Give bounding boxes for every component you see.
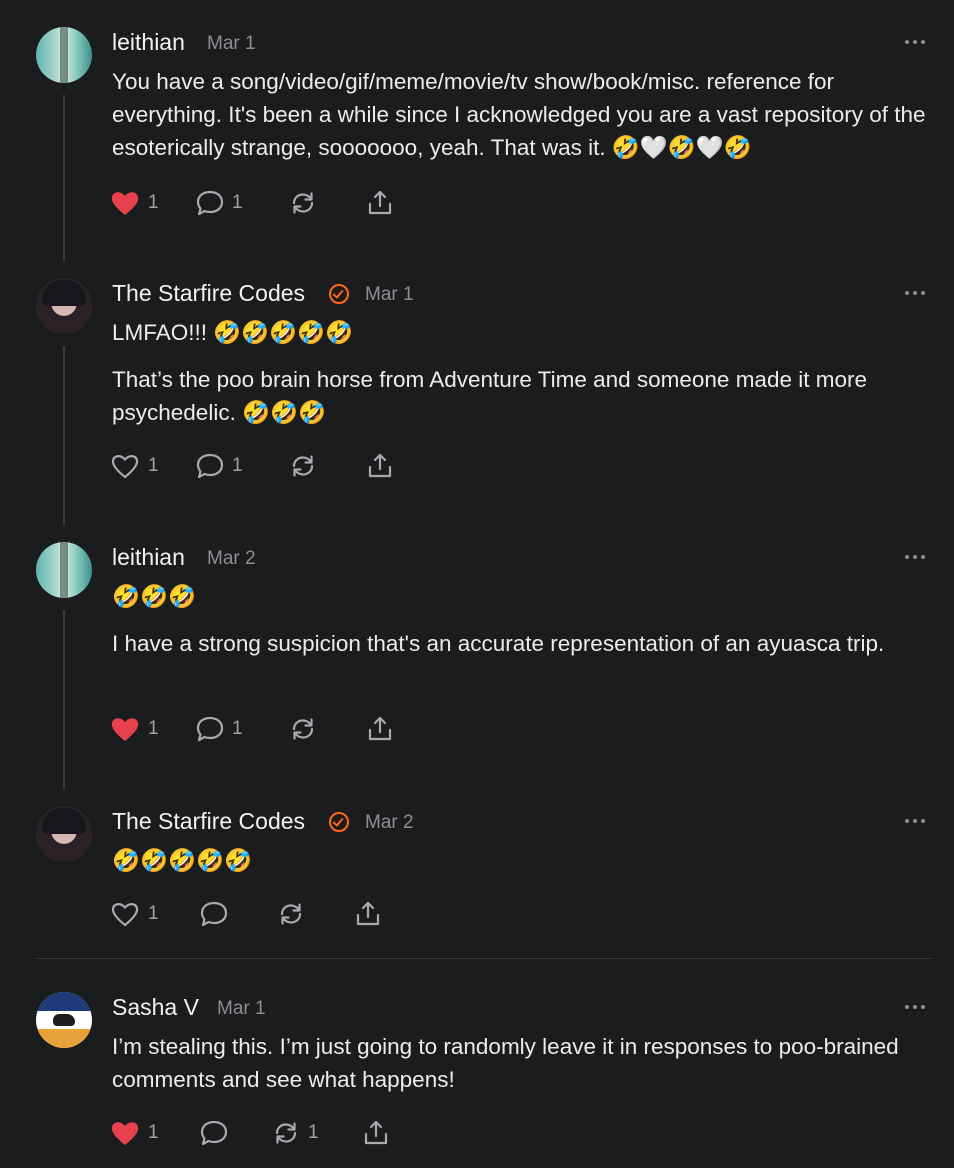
- share-button[interactable]: [366, 711, 394, 747]
- comment-actions: 1 1: [0, 1115, 954, 1151]
- like-count: 1: [148, 455, 159, 476]
- author-name[interactable]: The Starfire Codes: [112, 808, 305, 835]
- comment-date[interactable]: Mar 1: [365, 284, 414, 306]
- restack-button[interactable]: [289, 185, 325, 221]
- comment-paragraph: 🤣🤣🤣: [112, 584, 197, 609]
- comment-actions: 1 1: [0, 711, 954, 747]
- avatar[interactable]: [36, 542, 92, 598]
- restack-count: 1: [308, 1122, 319, 1143]
- author-name[interactable]: Sasha V: [112, 994, 199, 1021]
- restack-icon: [280, 903, 302, 925]
- more-options-icon[interactable]: [903, 291, 929, 297]
- share-button[interactable]: [354, 896, 382, 932]
- comment-bubble-icon: [196, 190, 224, 216]
- more-options-icon[interactable]: [903, 1005, 929, 1011]
- reply-button[interactable]: 1: [196, 448, 243, 484]
- comment-actions: 1 1: [0, 185, 954, 221]
- share-button[interactable]: [366, 448, 394, 484]
- like-count: 1: [148, 1122, 159, 1143]
- reply-button[interactable]: 1: [196, 185, 243, 221]
- like-button[interactable]: 1: [110, 711, 159, 747]
- comment-bubble-icon: [200, 1120, 228, 1146]
- comment-paragraph: That’s the poo brain horse from Adventur…: [112, 367, 867, 425]
- reply-button[interactable]: 1: [196, 711, 243, 747]
- restack-button[interactable]: [277, 896, 313, 932]
- restack-icon: [275, 1122, 297, 1144]
- comment-paragraph: 🤣🤣🤣🤣🤣: [112, 848, 253, 873]
- comment-date[interactable]: Mar 1: [207, 33, 256, 55]
- restack-button[interactable]: [289, 448, 325, 484]
- heart-icon: [111, 192, 139, 215]
- like-count: 1: [148, 718, 159, 739]
- author-name[interactable]: leithian: [112, 29, 185, 56]
- heart-icon: [111, 903, 139, 927]
- share-icon: [368, 190, 392, 215]
- heart-icon: [111, 1122, 139, 1145]
- heart-icon: [111, 455, 139, 479]
- verified-badge-icon: [329, 284, 349, 304]
- more-options-icon[interactable]: [903, 819, 929, 825]
- thread-line: [63, 95, 65, 260]
- like-button[interactable]: 1: [110, 448, 159, 484]
- comment-paragraph: I’m stealing this. I’m just going to ran…: [112, 1034, 899, 1092]
- share-icon: [356, 901, 380, 926]
- restack-button[interactable]: 1: [272, 1115, 319, 1151]
- share-icon: [364, 1120, 388, 1145]
- restack-icon: [292, 455, 314, 477]
- reply-button[interactable]: [200, 896, 236, 932]
- share-button[interactable]: [362, 1115, 390, 1151]
- heart-icon: [111, 718, 139, 741]
- share-button[interactable]: [366, 185, 394, 221]
- comment-bubble-icon: [196, 716, 224, 742]
- avatar[interactable]: [36, 992, 92, 1048]
- comment-body: 🤣🤣🤣🤣🤣: [112, 844, 932, 877]
- comment-paragraph: You have a song/video/gif/meme/movie/tv …: [112, 69, 926, 160]
- share-icon: [368, 453, 392, 478]
- like-count: 1: [148, 903, 159, 924]
- avatar[interactable]: [36, 806, 92, 862]
- avatar[interactable]: [36, 27, 92, 83]
- comment-date[interactable]: Mar 2: [365, 812, 414, 834]
- comment-actions: 1: [0, 896, 954, 932]
- comment-bubble-icon: [200, 901, 228, 927]
- reply-count: 1: [232, 718, 243, 739]
- thread-line: [63, 610, 65, 788]
- author-name[interactable]: leithian: [112, 544, 185, 571]
- verified-badge-icon: [329, 812, 349, 832]
- reply-count: 1: [232, 192, 243, 213]
- comment-paragraph: I have a strong suspicion that's an accu…: [112, 631, 885, 656]
- comment-body: You have a song/video/gif/meme/movie/tv …: [112, 65, 932, 164]
- share-icon: [368, 716, 392, 741]
- comment-date[interactable]: Mar 2: [207, 548, 256, 570]
- restack-icon: [292, 718, 314, 740]
- like-count: 1: [148, 192, 159, 213]
- comment-paragraph: LMFAO!!! 🤣🤣🤣🤣🤣: [112, 320, 354, 345]
- comment-body: 🤣🤣🤣 I have a strong suspicion that's an …: [112, 580, 932, 660]
- comment-body: I’m stealing this. I’m just going to ran…: [112, 1030, 932, 1096]
- more-options-icon[interactable]: [903, 40, 929, 46]
- restack-icon: [292, 192, 314, 214]
- divider: [36, 958, 932, 959]
- comment-body: LMFAO!!! 🤣🤣🤣🤣🤣 That’s the poo brain hors…: [112, 316, 932, 429]
- reply-button[interactable]: [200, 1115, 236, 1151]
- more-options-icon[interactable]: [903, 555, 929, 561]
- like-button[interactable]: 1: [110, 185, 159, 221]
- avatar[interactable]: [36, 278, 92, 334]
- like-button[interactable]: 1: [110, 1115, 159, 1151]
- reply-count: 1: [232, 455, 243, 476]
- like-button[interactable]: 1: [110, 896, 159, 932]
- comment-date[interactable]: Mar 1: [217, 998, 266, 1020]
- author-name[interactable]: The Starfire Codes: [112, 280, 305, 307]
- comment-actions: 1 1: [0, 448, 954, 484]
- restack-button[interactable]: [289, 711, 325, 747]
- comment-bubble-icon: [196, 453, 224, 479]
- thread-line: [63, 346, 65, 524]
